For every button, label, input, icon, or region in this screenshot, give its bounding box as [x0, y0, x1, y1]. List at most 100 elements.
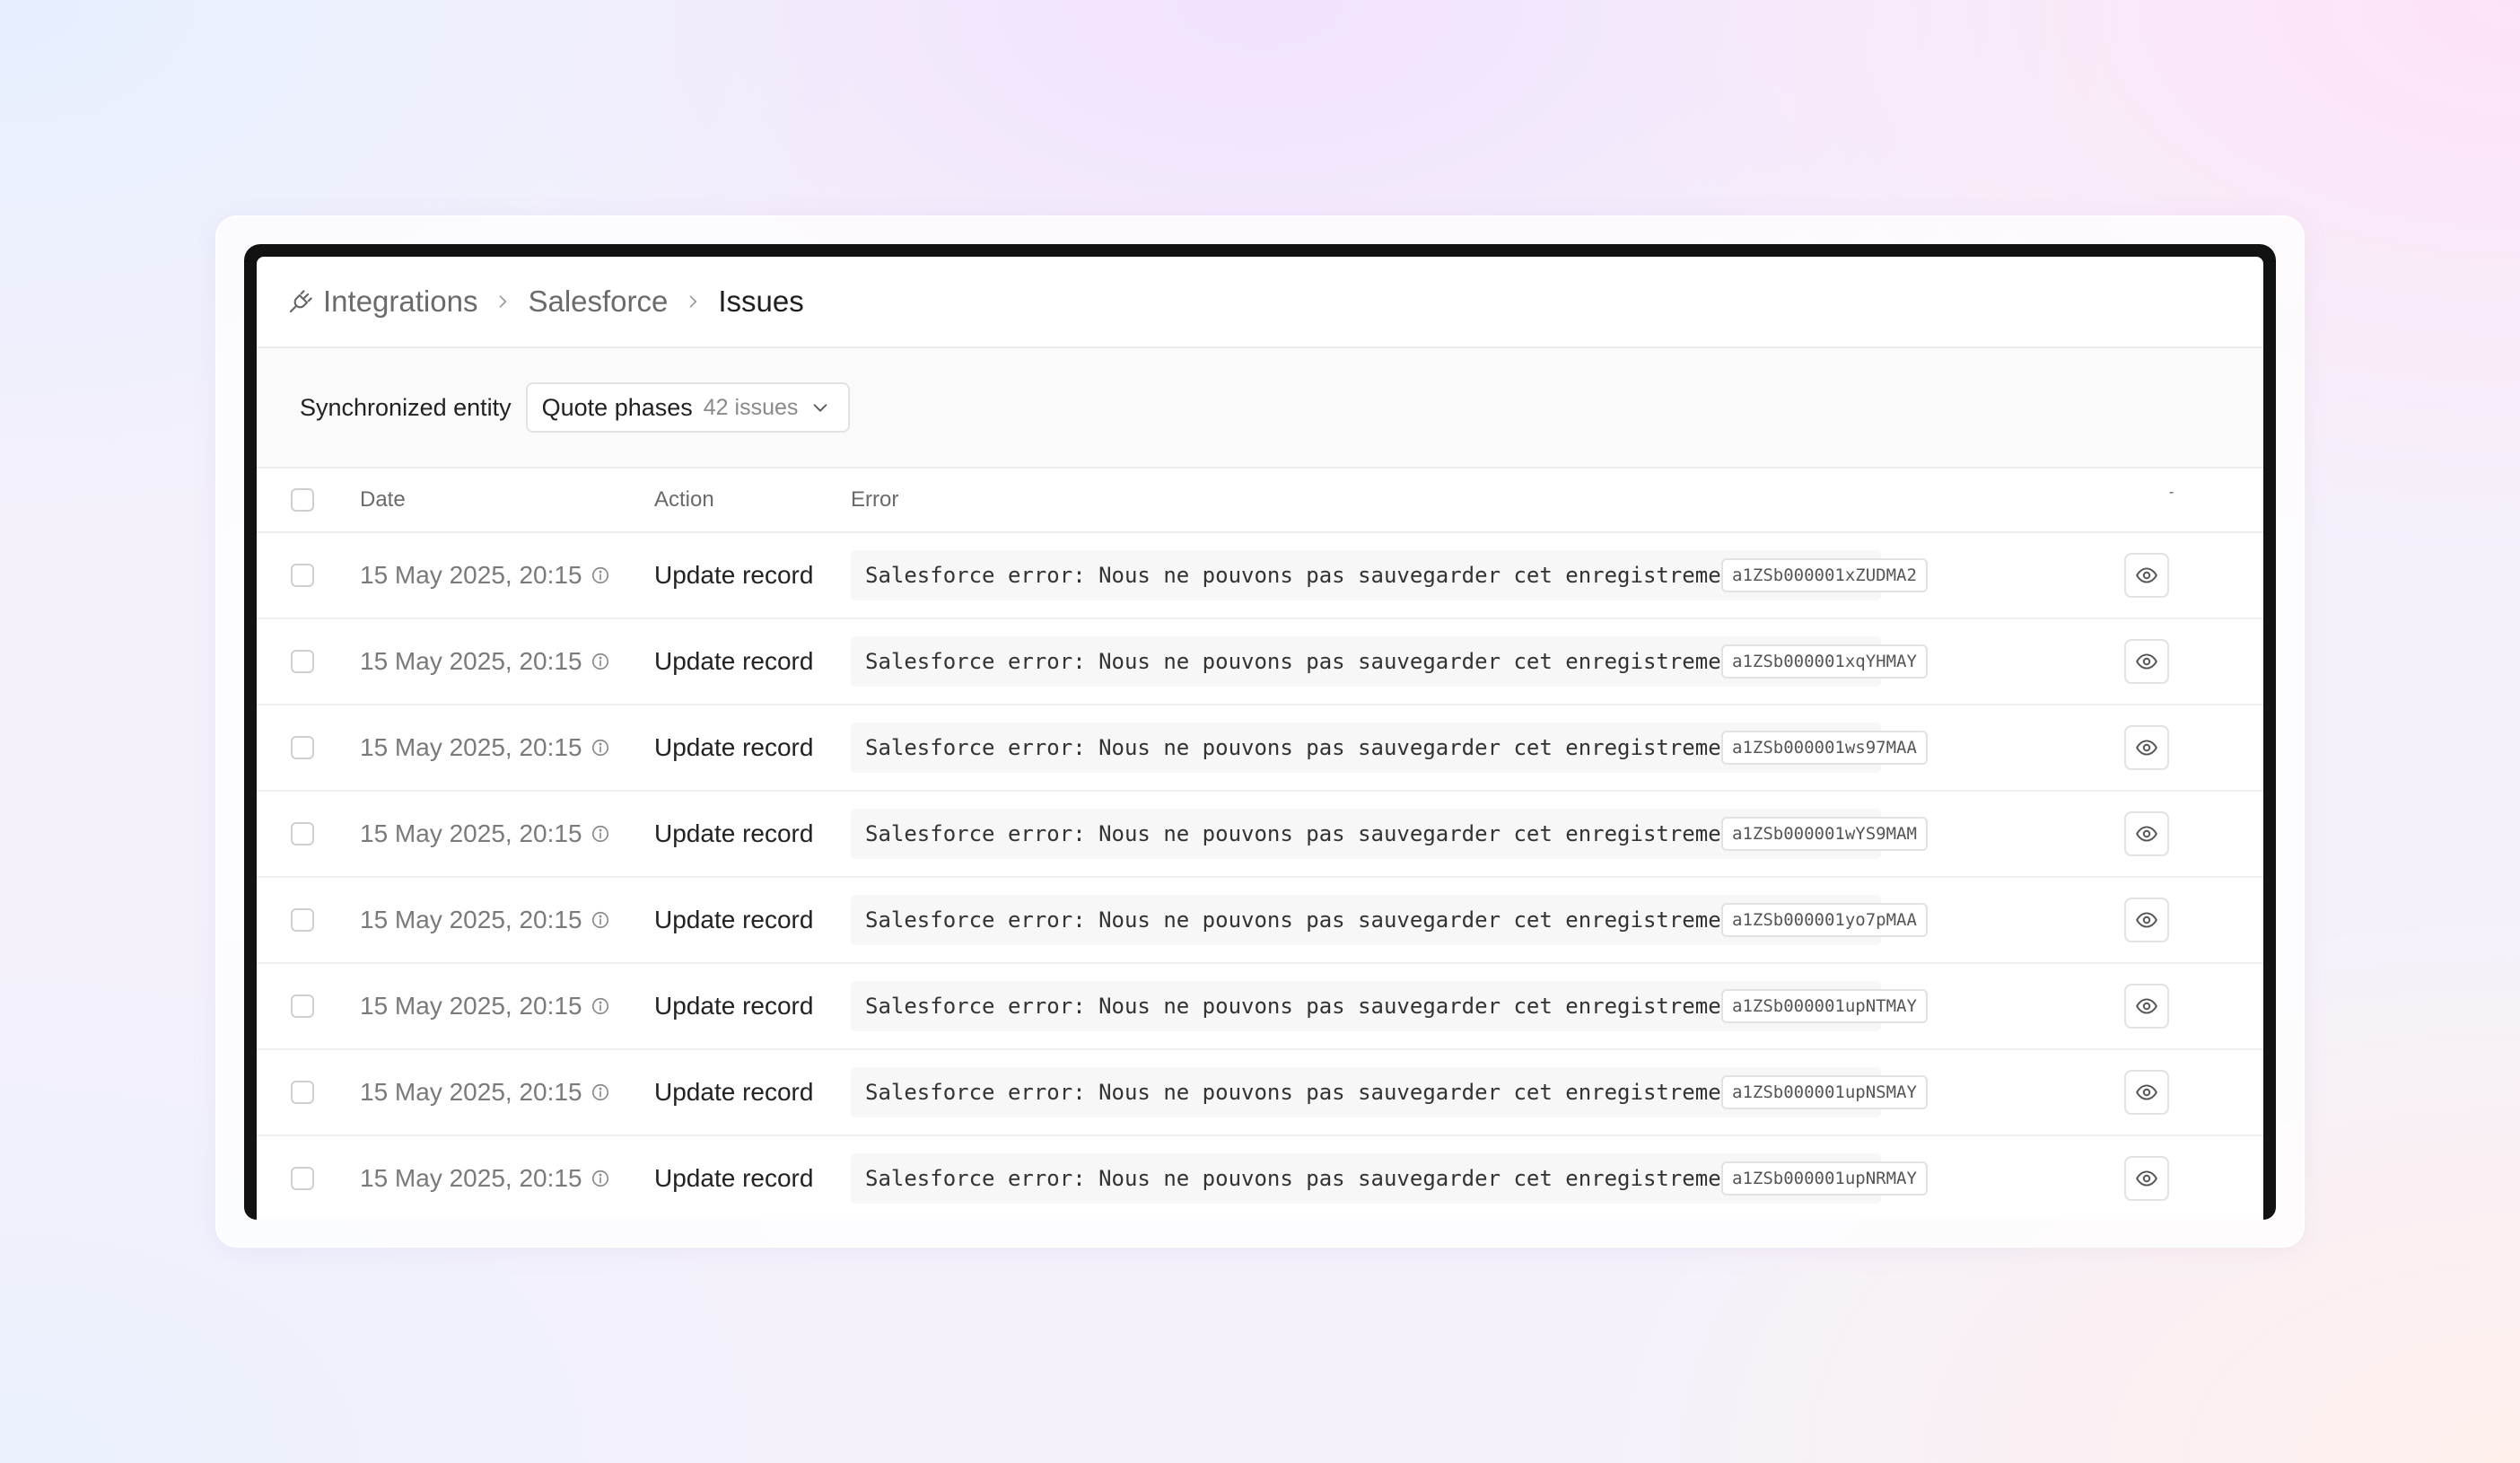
- row-checkbox[interactable]: [291, 564, 314, 587]
- view-details-button[interactable]: [2124, 1156, 2169, 1201]
- table-row: 15 May 2025, 20:15 Update record Salesfo…: [257, 964, 2263, 1050]
- record-id-badge: a1ZSb000001upNRMAY: [1721, 1161, 1928, 1196]
- record-id-badge: a1ZSb000001wYS9MAM: [1721, 817, 1928, 851]
- column-header-date[interactable]: Date: [360, 487, 406, 512]
- table-row: 15 May 2025, 20:15 Update record Salesfo…: [257, 878, 2263, 964]
- row-error-text: Salesforce error: Nous ne pouvons pas sa…: [865, 907, 1867, 933]
- record-id-badge: a1ZSb000001ws97MAA: [1721, 731, 1928, 765]
- table-row: 15 May 2025, 20:15 Update record Salesfo…: [257, 619, 2263, 705]
- eye-icon: [2135, 908, 2158, 932]
- row-error-text: Salesforce error: Nous ne pouvons pas sa…: [865, 1166, 1867, 1191]
- record-id-text: a1ZSb000001wYS9MAM: [1732, 824, 1917, 844]
- row-date: 15 May 2025, 20:15: [360, 1078, 582, 1106]
- record-id-text: a1ZSb000001yo7pMAA: [1732, 910, 1917, 930]
- plug-icon: [287, 288, 314, 315]
- column-header-action[interactable]: Action: [654, 487, 714, 512]
- table-header: Date Action Error -: [257, 469, 2263, 533]
- row-action: Update record: [654, 992, 814, 1020]
- view-details-button[interactable]: [2124, 553, 2169, 598]
- record-id-text: a1ZSb000001upNTMAY: [1732, 996, 1917, 1016]
- row-date: 15 May 2025, 20:15: [360, 733, 582, 761]
- row-error-text: Salesforce error: Nous ne pouvons pas sa…: [865, 994, 1867, 1019]
- view-details-button[interactable]: [2124, 1070, 2169, 1115]
- record-id-text: a1ZSb000001upNRMAY: [1732, 1169, 1917, 1188]
- eye-icon: [2135, 1081, 2158, 1104]
- entity-select[interactable]: Quote phases 42 issues: [525, 382, 851, 433]
- view-details-button[interactable]: [2124, 984, 2169, 1029]
- row-action: Update record: [654, 733, 814, 761]
- issue-count: 42 issues: [703, 394, 799, 420]
- table-row: 15 May 2025, 20:15 Update record Salesfo…: [257, 705, 2263, 792]
- info-icon[interactable]: [591, 1169, 610, 1188]
- table-row: 15 May 2025, 20:15 Update record Salesfo…: [257, 1136, 2263, 1220]
- row-error-text: Salesforce error: Nous ne pouvons pas sa…: [865, 649, 1867, 674]
- table-row: 15 May 2025, 20:15 Update record Salesfo…: [257, 533, 2263, 619]
- info-icon[interactable]: [591, 1082, 610, 1102]
- issues-app: Integrations Salesforce Issues Synchroni…: [257, 257, 2263, 1220]
- eye-icon: [2135, 650, 2158, 673]
- row-action: Update record: [654, 1078, 814, 1106]
- row-checkbox[interactable]: [291, 650, 314, 673]
- table-row: 15 May 2025, 20:15 Update record Salesfo…: [257, 792, 2263, 878]
- record-id-badge: a1ZSb000001yo7pMAA: [1721, 903, 1928, 937]
- breadcrumb: Integrations Salesforce Issues: [257, 257, 2263, 348]
- select-all-checkbox[interactable]: [291, 488, 314, 512]
- record-id-text: a1ZSb000001ws97MAA: [1732, 738, 1917, 758]
- filter-bar: Synchronized entity Quote phases 42 issu…: [257, 348, 2263, 469]
- row-checkbox[interactable]: [291, 908, 314, 932]
- row-action: Update record: [654, 819, 814, 847]
- row-action: Update record: [654, 1164, 814, 1192]
- row-checkbox[interactable]: [291, 736, 314, 759]
- record-id-badge: a1ZSb000001xqYHMAY: [1721, 644, 1928, 679]
- row-error-text: Salesforce error: Nous ne pouvons pas sa…: [865, 821, 1867, 846]
- eye-icon: [2135, 736, 2158, 759]
- row-error-text: Salesforce error: Nous ne pouvons pas sa…: [865, 563, 1867, 588]
- row-date: 15 May 2025, 20:15: [360, 906, 582, 933]
- view-details-button[interactable]: [2124, 639, 2169, 684]
- row-error-text: Salesforce error: Nous ne pouvons pas sa…: [865, 735, 1867, 760]
- info-icon[interactable]: [591, 824, 610, 844]
- row-checkbox[interactable]: [291, 1167, 314, 1190]
- issues-table-body: 15 May 2025, 20:15 Update record Salesfo…: [257, 533, 2263, 1220]
- eye-icon: [2135, 994, 2158, 1018]
- row-checkbox[interactable]: [291, 1081, 314, 1104]
- record-id-badge: a1ZSb000001xZUDMA2: [1721, 558, 1928, 592]
- record-id-text: a1ZSb000001upNSMAY: [1732, 1082, 1917, 1102]
- record-id-text: a1ZSb000001xqYHMAY: [1732, 652, 1917, 671]
- info-icon[interactable]: [591, 652, 610, 671]
- eye-icon: [2135, 564, 2158, 587]
- info-icon[interactable]: [591, 565, 610, 585]
- view-details-button[interactable]: [2124, 898, 2169, 942]
- chevron-down-icon: [810, 398, 830, 417]
- breadcrumb-integrations[interactable]: Integrations: [323, 285, 477, 319]
- row-action: Update record: [654, 647, 814, 675]
- chevron-right-icon: [477, 293, 528, 311]
- row-checkbox[interactable]: [291, 822, 314, 845]
- breadcrumb-salesforce[interactable]: Salesforce: [528, 285, 668, 319]
- info-icon[interactable]: [591, 910, 610, 930]
- record-id-text: a1ZSb000001xZUDMA2: [1732, 565, 1917, 585]
- row-error-text: Salesforce error: Nous ne pouvons pas sa…: [865, 1080, 1867, 1105]
- record-id-badge: a1ZSb000001upNTMAY: [1721, 989, 1928, 1023]
- device-frame: Integrations Salesforce Issues Synchroni…: [244, 244, 2276, 1220]
- entity-name: Quote phases: [541, 393, 693, 421]
- info-icon[interactable]: [591, 738, 610, 758]
- row-date: 15 May 2025, 20:15: [360, 647, 582, 675]
- table-row: 15 May 2025, 20:15 Update record Salesfo…: [257, 1050, 2263, 1136]
- synchronized-entity-label: Synchronized entity: [300, 393, 512, 421]
- view-details-button[interactable]: [2124, 811, 2169, 856]
- row-date: 15 May 2025, 20:15: [360, 1164, 582, 1192]
- view-details-button[interactable]: [2124, 725, 2169, 770]
- column-header-extra: -: [2169, 485, 2174, 500]
- breadcrumb-issues: Issues: [718, 285, 804, 318]
- row-date: 15 May 2025, 20:15: [360, 992, 582, 1020]
- eye-icon: [2135, 1167, 2158, 1190]
- chevron-right-icon: [668, 293, 718, 311]
- eye-icon: [2135, 822, 2158, 845]
- row-checkbox[interactable]: [291, 994, 314, 1018]
- info-icon[interactable]: [591, 996, 610, 1016]
- column-header-error[interactable]: Error: [851, 487, 898, 512]
- row-action: Update record: [654, 561, 814, 589]
- row-date: 15 May 2025, 20:15: [360, 561, 582, 589]
- row-action: Update record: [654, 906, 814, 933]
